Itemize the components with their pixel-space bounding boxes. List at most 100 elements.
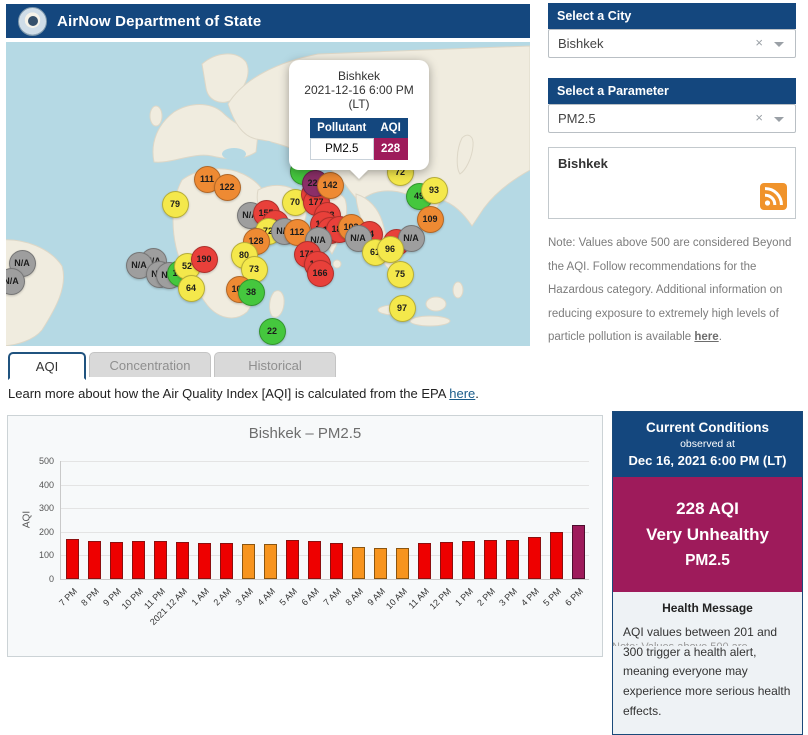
chart-bar[interactable] xyxy=(131,541,145,579)
learn-more-line: Learn more about how the Air Quality Ind… xyxy=(8,386,479,401)
chart-bar[interactable] xyxy=(505,540,519,579)
chart-bar[interactable] xyxy=(307,541,321,579)
chart-title: Bishkek – PM2.5 xyxy=(248,425,362,442)
popup-pollutant-header: Pollutant xyxy=(310,118,374,139)
aqi-marker[interactable]: 142 xyxy=(316,171,344,199)
current-conditions-panel: Current Conditions observed at Dec 16, 2… xyxy=(612,411,803,735)
tab-historical[interactable]: Historical xyxy=(214,352,336,377)
chart-bar[interactable] xyxy=(417,543,431,579)
chart-plot: 7 PM 8 PM 9 PM 10 PM 11 PM 2021 12 AM 1 AM 2 AM… xyxy=(57,461,589,627)
parameter-clear-icon[interactable]: × xyxy=(755,110,763,125)
conditions-datetime: Dec 16, 2021 6:00 PM (LT) xyxy=(628,453,787,468)
conditions-category: Very Unhealthy xyxy=(646,525,769,545)
chart-bar[interactable] xyxy=(153,540,167,579)
page-title: AirNow Department of State xyxy=(57,12,262,30)
popup-table: Pollutant AQI PM2.5 228 xyxy=(309,118,409,160)
tab-bar: AQI Concentration Historical xyxy=(8,352,336,380)
chart-bar[interactable] xyxy=(461,541,475,579)
y-axis-tick-label: 500 xyxy=(38,456,54,466)
sidebar: Select a City Bishkek × Select a Paramet… xyxy=(548,3,796,350)
chart-bar[interactable] xyxy=(219,543,233,579)
y-axis-tick-label: 0 xyxy=(48,574,54,584)
y-axis-tick-label: 100 xyxy=(38,550,54,561)
chart-bar[interactable] xyxy=(329,542,343,579)
conditions-aqi-value: 228 AQI xyxy=(676,499,739,518)
select-city-header: Select a City xyxy=(548,3,796,29)
y-axis-tick-label: 400 xyxy=(38,479,54,490)
aqi-marker[interactable]: 79 xyxy=(161,190,189,218)
select-parameter-header: Select a Parameter xyxy=(548,78,796,104)
aqi-marker[interactable]: 166 xyxy=(306,259,334,287)
chart-bar[interactable] xyxy=(65,538,79,579)
world-map[interactable]: N/AN/A11112279N/AN/AN/AN/A1075219064N/A1… xyxy=(6,42,530,346)
sidebar-note: Note: Values above 500 are considered Be… xyxy=(548,237,792,344)
conditions-aqi-box: 228 AQI Very Unhealthy PM2.5 xyxy=(613,477,802,592)
aqi-marker[interactable]: 109 xyxy=(416,205,444,233)
chart-bar[interactable] xyxy=(395,548,409,579)
chart-gridline xyxy=(61,508,589,510)
aqi-marker[interactable]: 97 xyxy=(388,294,416,322)
chart-bar[interactable] xyxy=(175,541,189,579)
chart-bar[interactable] xyxy=(439,541,453,579)
chart-bar[interactable] xyxy=(351,547,365,579)
header-bar: AirNow Department of State xyxy=(6,4,530,38)
city-chevron-down-icon[interactable] xyxy=(774,42,784,47)
popup-aqi-header: AQI xyxy=(373,118,408,139)
popup-pointer xyxy=(350,170,368,179)
parameter-select[interactable]: PM2.5 × xyxy=(548,104,796,133)
aqi-marker[interactable]: 75 xyxy=(386,260,414,288)
chart-gridline xyxy=(61,531,589,533)
rss-feed-box: Bishkek xyxy=(548,147,796,219)
popup-pollutant-value: PM2.5 xyxy=(309,138,374,160)
chart-bar[interactable] xyxy=(549,532,563,579)
tab-aqi[interactable]: AQI xyxy=(8,352,86,380)
aqi-marker[interactable]: 122 xyxy=(213,173,241,201)
chart-bar[interactable] xyxy=(263,543,277,579)
conditions-title: Current Conditions xyxy=(646,420,769,435)
chart-bar[interactable] xyxy=(109,541,123,579)
learn-more-link[interactable]: here xyxy=(449,386,475,401)
map-landmass xyxy=(6,42,530,346)
chart-gridline xyxy=(61,461,589,462)
y-axis-tick-label: 200 xyxy=(38,526,54,537)
chart-bar[interactable] xyxy=(527,536,541,579)
health-message-title: Health Message xyxy=(662,600,753,615)
health-message-box: Health Message AQI values between 201 an… xyxy=(613,591,802,734)
parameter-chevron-down-icon[interactable] xyxy=(774,117,784,122)
map-popup: Bishkek 2021-12-16 6:00 PM (LT) Pollutan… xyxy=(289,60,429,179)
popup-timezone: (LT) xyxy=(348,97,370,111)
rss-icon[interactable] xyxy=(760,183,787,210)
city-select-value: Bishkek xyxy=(558,36,604,51)
conditions-observed-label: observed at xyxy=(680,438,735,450)
chart-bar[interactable] xyxy=(373,548,387,579)
aqi-marker[interactable]: 22 xyxy=(258,317,286,345)
learn-more-text: Learn more about how the Air Quality Ind… xyxy=(8,386,450,401)
chart-bar[interactable] xyxy=(483,540,497,579)
dos-seal-logo xyxy=(18,6,47,36)
popup-city: Bishkek xyxy=(337,69,381,83)
chart-gridline xyxy=(61,484,589,486)
aqi-marker[interactable]: 93 xyxy=(420,176,448,204)
conditions-pollutant: PM2.5 xyxy=(685,551,730,569)
conditions-header: Current Conditions observed at Dec 16, 2… xyxy=(613,412,802,477)
aqi-marker[interactable]: 38 xyxy=(237,278,265,306)
city-select[interactable]: Bishkek × xyxy=(548,29,796,58)
tab-concentration[interactable]: Concentration xyxy=(89,352,211,377)
chart-bar[interactable] xyxy=(241,544,255,579)
sidebar-note-link[interactable]: here xyxy=(694,331,718,343)
city-clear-icon[interactable]: × xyxy=(755,35,763,50)
popup-aqi-value: 228 xyxy=(372,138,409,160)
chart-bar[interactable] xyxy=(87,541,101,579)
rss-city-label: Bishkek xyxy=(558,156,608,171)
parameter-select-value: PM2.5 xyxy=(558,111,596,126)
chart-bar[interactable] xyxy=(197,542,211,579)
y-axis-tick-label: 300 xyxy=(38,503,54,514)
chart-bar[interactable] xyxy=(571,525,585,579)
chart-bar[interactable] xyxy=(285,540,299,579)
aqi-chart-card: Bishkek – PM2.5 AQI 0 100 200 300 400 500 7 P… xyxy=(7,415,603,657)
popup-datetime: 2021-12-16 6:00 PM xyxy=(304,83,414,97)
aqi-marker[interactable]: 96 xyxy=(376,235,404,263)
aqi-marker[interactable]: 190 xyxy=(190,245,218,273)
aqi-marker[interactable]: 64 xyxy=(177,274,205,302)
clipped-footnote: Note: Values above 500 are considered Be… xyxy=(612,641,801,646)
